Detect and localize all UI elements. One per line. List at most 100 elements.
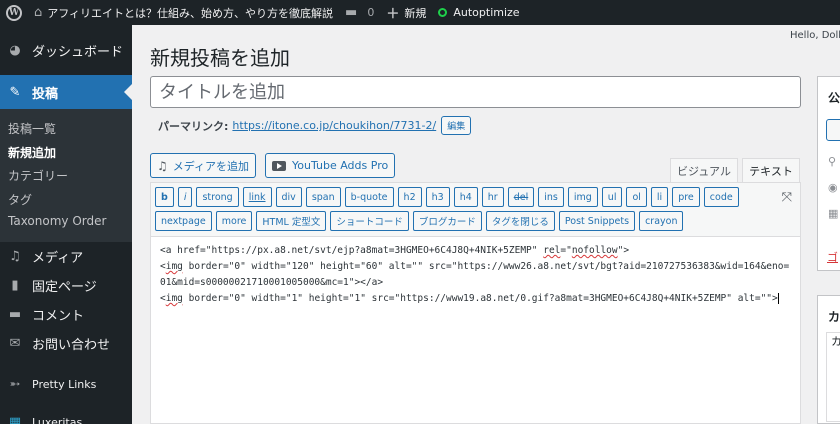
qt-nextpage-button[interactable]: nextpage xyxy=(155,211,212,231)
qt-close-tags-button[interactable]: タグを閉じる xyxy=(485,211,555,231)
qt-shortcode-button[interactable]: ショートコード xyxy=(330,211,409,231)
qt-ins-button[interactable]: ins xyxy=(538,187,564,207)
link-icon: ➵ xyxy=(9,377,21,392)
qt-more-button[interactable]: more xyxy=(215,211,253,231)
code-text: "> xyxy=(617,245,630,256)
submenu-item-tags[interactable]: タグ xyxy=(0,187,132,211)
sidebar-item-comments[interactable]: ▬ コメント xyxy=(0,300,132,329)
submenu-item-taxonomy-order[interactable]: Taxonomy Order xyxy=(0,210,132,234)
page-icon: ▮ xyxy=(11,277,19,293)
sidebar-item-posts[interactable]: ✎ 投稿 xyxy=(0,75,132,109)
comment-icon: ▬ xyxy=(8,306,22,322)
code-text: =" xyxy=(560,245,572,256)
text-cursor xyxy=(777,293,779,304)
permalink-url[interactable]: https://itone.co.jp/choukihon/7731-2/ xyxy=(232,119,436,132)
qt-del-button[interactable]: del xyxy=(507,187,535,207)
qt-pre-button[interactable]: pre xyxy=(672,187,700,207)
plus-icon: ＋ xyxy=(386,7,400,22)
pin-icon: ✎ xyxy=(9,84,21,100)
category-item: カ xyxy=(827,335,840,348)
youtube-adds-label: YouTube Adds Pro xyxy=(292,159,389,172)
qt-link-button[interactable]: link xyxy=(242,187,272,207)
code-text: border="0" width="120" height="60" alt="… xyxy=(160,261,790,288)
admin-sidebar: ◕ ダッシュボード ✎ 投稿 投稿一覧 新規追加 カテゴリー タグ Taxono… xyxy=(0,25,132,424)
qt-img-button[interactable]: img xyxy=(567,187,598,207)
content-textarea[interactable]: <a href="https://px.a8.net/svt/ejp?a8mat… xyxy=(151,237,800,313)
dashboard-icon: ◕ xyxy=(9,42,21,58)
qt-code-button[interactable]: code xyxy=(703,187,739,207)
luxeritas-icon: ▦ xyxy=(8,415,22,424)
mail-icon: ✉ xyxy=(9,335,21,351)
qt-bold-button[interactable]: b xyxy=(155,187,174,207)
permalink-label: パーマリンク: xyxy=(158,119,229,133)
media-icon: ♫ xyxy=(157,158,168,173)
qt-crayon-button[interactable]: crayon xyxy=(639,211,684,231)
qt-h2-button[interactable]: h2 xyxy=(397,187,422,207)
home-icon: ⌂ xyxy=(34,5,43,20)
submenu-item-all-posts[interactable]: 投稿一覧 xyxy=(0,116,132,140)
qt-div-button[interactable]: div xyxy=(275,187,302,207)
editor-container: b i strong link div span b-quote h2 h3 h… xyxy=(150,182,801,424)
qt-post-snippets-button[interactable]: Post Snippets xyxy=(558,211,636,231)
qt-blockquote-button[interactable]: b-quote xyxy=(344,187,394,207)
media-icon: ♫ xyxy=(9,248,21,264)
qt-html-template-button[interactable]: HTML 定型文 xyxy=(256,211,327,231)
new-label: 新規 xyxy=(404,6,427,20)
sidebar-item-label: Luxeritas xyxy=(32,416,83,424)
wp-logo-menu[interactable]: W xyxy=(0,0,28,25)
code-text: nofollow xyxy=(571,245,618,256)
page-title: 新規投稿を追加 xyxy=(150,46,290,70)
category-list[interactable]: カ xyxy=(826,332,840,422)
comments-count: 0 xyxy=(367,6,375,19)
tab-visual[interactable]: ビジュアル xyxy=(670,158,738,182)
site-name: アフィリエイトとは？仕組み、始め方、やり方を徹底解説 xyxy=(47,6,334,20)
calendar-icon: ▦ xyxy=(828,207,839,220)
sidebar-item-contact[interactable]: ✉ お問い合わせ xyxy=(0,329,132,358)
submenu-item-categories[interactable]: カテゴリー xyxy=(0,163,132,187)
category-box: カ カ xyxy=(817,295,840,424)
code-text: <a href="https://px.a8.net/svt/ejp?a8mat… xyxy=(160,245,544,256)
qt-hr-button[interactable]: hr xyxy=(481,187,504,207)
wordpress-icon: W xyxy=(6,4,22,21)
sidebar-item-pages[interactable]: ▮ 固定ページ xyxy=(0,271,132,300)
qt-ul-button[interactable]: ul xyxy=(601,187,623,207)
trash-link[interactable]: ゴ xyxy=(827,249,838,265)
pin-icon: ⚲ xyxy=(828,155,837,168)
sidebar-item-luxeritas[interactable]: ▦ Luxeritas xyxy=(0,406,132,424)
fullscreen-icon[interactable]: ⤧ xyxy=(782,190,792,205)
sidebar-item-label: 固定ページ xyxy=(32,279,97,295)
sidebar-item-label: コメント xyxy=(32,308,85,324)
sidebar-item-pretty-links[interactable]: ➵ Pretty Links xyxy=(0,368,132,402)
code-text: border="0" width="1" height="1" src="htt… xyxy=(182,293,778,304)
post-title-input[interactable] xyxy=(150,76,801,108)
save-draft-button[interactable] xyxy=(826,119,840,141)
add-media-label: メディアを追加 xyxy=(172,159,249,173)
qt-h4-button[interactable]: h4 xyxy=(453,187,478,207)
posts-submenu: 投稿一覧 新規追加 カテゴリー タグ Taxonomy Order xyxy=(0,109,132,242)
status-dot-icon xyxy=(438,8,448,17)
qt-italic-button[interactable]: i xyxy=(177,187,193,207)
submenu-item-add-new[interactable]: 新規追加 xyxy=(0,140,132,164)
site-name-menu[interactable]: ⌂ アフィリエイトとは？仕組み、始め方、やり方を徹底解説 xyxy=(28,0,339,25)
quicktags-row-2: nextpage more HTML 定型文 ショートコード ブログカード タグ… xyxy=(155,211,796,231)
sidebar-item-media[interactable]: ♫ メディア xyxy=(0,242,132,271)
permalink-edit-button[interactable]: 編集 xyxy=(441,116,472,135)
qt-blogcard-button[interactable]: ブログカード xyxy=(412,211,482,231)
add-media-button[interactable]: ♫ メディアを追加 xyxy=(150,153,256,178)
sidebar-item-dashboard[interactable]: ◕ ダッシュボード xyxy=(0,33,132,67)
new-content-menu[interactable]: ＋ 新規 xyxy=(380,0,432,25)
qt-h3-button[interactable]: h3 xyxy=(425,187,450,207)
tab-text[interactable]: テキスト xyxy=(742,158,800,182)
publish-box-title: 公 xyxy=(828,91,840,105)
qt-strong-button[interactable]: strong xyxy=(196,187,239,207)
comments-menu[interactable]: ▬ 0 xyxy=(339,0,380,25)
qt-li-button[interactable]: li xyxy=(650,187,669,207)
qt-ol-button[interactable]: ol xyxy=(626,187,647,207)
greeting[interactable]: Hello, Dolly xyxy=(790,30,840,41)
autoptimize-menu[interactable]: Autoptimize xyxy=(432,0,525,25)
sidebar-item-label: ダッシュボード xyxy=(32,44,124,60)
quicktags-toolbar: b i strong link div span b-quote h2 h3 h… xyxy=(151,183,800,237)
youtube-adds-button[interactable]: YouTube Adds Pro xyxy=(265,153,396,178)
autoptimize-label: Autoptimize xyxy=(453,6,520,19)
qt-span-button[interactable]: span xyxy=(305,187,341,207)
